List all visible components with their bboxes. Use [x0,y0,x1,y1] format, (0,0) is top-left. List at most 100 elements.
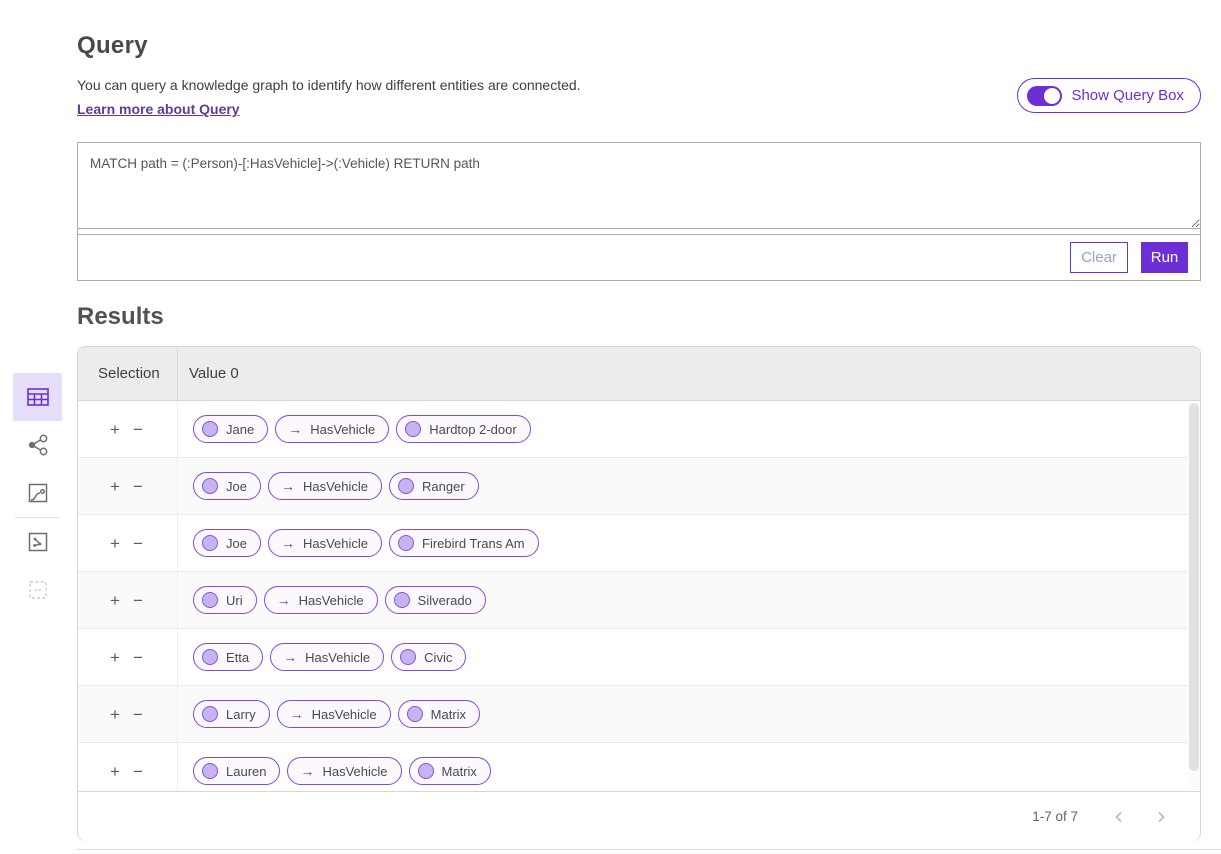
next-section-divider [77,849,1221,850]
target-node-chip[interactable]: Hardtop 2-door [396,415,530,443]
query-actions-bar: Clear Run [78,234,1200,280]
chevron-right-icon [1154,810,1168,824]
add-selection-button[interactable]: + [108,704,122,725]
chart-view-icon [27,482,49,504]
target-node-label: Matrix [442,764,477,779]
remove-selection-button[interactable]: − [131,419,145,440]
node-icon [202,478,218,494]
target-node-label: Silverado [418,593,472,608]
tab-chart-view[interactable] [13,469,62,517]
add-selection-button[interactable]: + [108,590,122,611]
add-selection-button[interactable]: + [108,761,122,782]
edge-chip[interactable]: → HasVehicle [277,700,391,728]
edge-chip[interactable]: → HasVehicle [264,586,378,614]
toggle-knob [1044,88,1060,104]
prev-page-button[interactable] [1104,802,1134,832]
table-row: + − Joe → HasVehicle Firebird Trans Am [78,515,1200,572]
source-node-label: Joe [226,536,247,551]
source-node-label: Joe [226,479,247,494]
source-node-label: Uri [226,593,243,608]
arrow-right-icon: → [281,535,295,551]
source-node-chip[interactable]: Etta [193,643,263,671]
column-header-value: Value 0 [178,347,239,400]
target-node-label: Civic [424,650,452,665]
target-node-chip[interactable]: Firebird Trans Am [389,529,539,557]
remove-selection-button[interactable]: − [131,533,145,554]
table-scrollbar-thumb[interactable] [1189,403,1199,771]
add-selection-button[interactable]: + [108,476,122,497]
query-page: Query You can query a knowledge graph to… [0,0,1221,854]
pagination-range: 1-7 of 7 [1032,809,1078,824]
target-node-label: Ranger [422,479,465,494]
toggle-switch-on[interactable] [1027,86,1062,106]
row-selection-cell: + − [78,743,178,791]
table-scrollbar-track [1188,403,1200,789]
run-button[interactable]: Run [1141,242,1188,273]
remove-selection-button[interactable]: − [131,704,145,725]
row-value-cell: Jane → HasVehicle Hardtop 2-door [178,401,531,457]
edge-label: HasVehicle [312,707,377,722]
clear-button[interactable]: Clear [1070,242,1128,273]
table-row: + − Etta → HasVehicle Civic [78,629,1200,686]
edge-chip[interactable]: → HasVehicle [268,472,382,500]
node-icon [400,649,416,665]
row-selection-cell: + − [78,629,178,685]
remove-selection-button[interactable]: − [131,476,145,497]
target-node-chip[interactable]: Civic [391,643,466,671]
source-node-chip[interactable]: Larry [193,700,270,728]
results-table: Selection Value 0 + − Jane → HasVehicle … [77,346,1201,841]
edge-chip[interactable]: → HasVehicle [268,529,382,557]
target-node-label: Firebird Trans Am [422,536,525,551]
source-node-label: Lauren [226,764,266,779]
table-row: + − Joe → HasVehicle Ranger [78,458,1200,515]
add-selection-button[interactable]: + [108,419,122,440]
table-header: Selection Value 0 [78,347,1200,401]
remove-selection-button[interactable]: − [131,647,145,668]
node-icon [202,535,218,551]
next-page-button[interactable] [1146,802,1176,832]
source-node-chip[interactable]: Joe [193,472,261,500]
source-node-chip[interactable]: Joe [193,529,261,557]
remove-selection-button[interactable]: − [131,590,145,611]
edge-label: HasVehicle [299,593,364,608]
edge-label: HasVehicle [310,422,375,437]
row-selection-cell: + − [78,401,178,457]
edge-chip[interactable]: → HasVehicle [275,415,389,443]
target-node-chip[interactable]: Silverado [385,586,486,614]
row-value-cell: Larry → HasVehicle Matrix [178,686,480,742]
edge-chip[interactable]: → HasVehicle [287,757,401,785]
row-value-cell: Lauren → HasVehicle Matrix [178,743,491,791]
arrow-right-icon: → [281,478,295,494]
source-node-chip[interactable]: Lauren [193,757,280,785]
remove-selection-button[interactable]: − [131,761,145,782]
source-node-label: Larry [226,707,256,722]
node-icon [202,592,218,608]
show-query-box-toggle[interactable]: Show Query Box [1017,78,1201,113]
arrow-right-icon: → [283,649,297,665]
node-icon [407,706,423,722]
node-icon [202,706,218,722]
learn-more-link[interactable]: Learn more about Query [77,101,240,117]
add-selection-button[interactable]: + [108,533,122,554]
table-body: + − Jane → HasVehicle Hardtop 2-door + − [78,401,1200,791]
row-value-cell: Uri → HasVehicle Silverado [178,572,486,628]
node-icon [398,478,414,494]
row-selection-cell: + − [78,572,178,628]
arrow-right-icon: → [277,592,291,608]
query-input[interactable]: MATCH path = (:Person)-[:HasVehicle]->(:… [78,143,1200,229]
image-view-icon [27,531,49,553]
add-selection-button[interactable]: + [108,647,122,668]
empty-view-icon [27,579,49,601]
source-node-chip[interactable]: Uri [193,586,257,614]
target-node-chip[interactable]: Matrix [398,700,480,728]
edge-chip[interactable]: → HasVehicle [270,643,384,671]
tab-image-view[interactable] [13,518,62,566]
tab-table-view[interactable] [13,373,62,421]
target-node-chip[interactable]: Ranger [389,472,479,500]
node-icon [418,763,434,779]
source-node-chip[interactable]: Jane [193,415,268,443]
target-node-chip[interactable]: Matrix [409,757,491,785]
tab-graph-view[interactable] [13,421,62,469]
node-icon [398,535,414,551]
source-node-label: Etta [226,650,249,665]
